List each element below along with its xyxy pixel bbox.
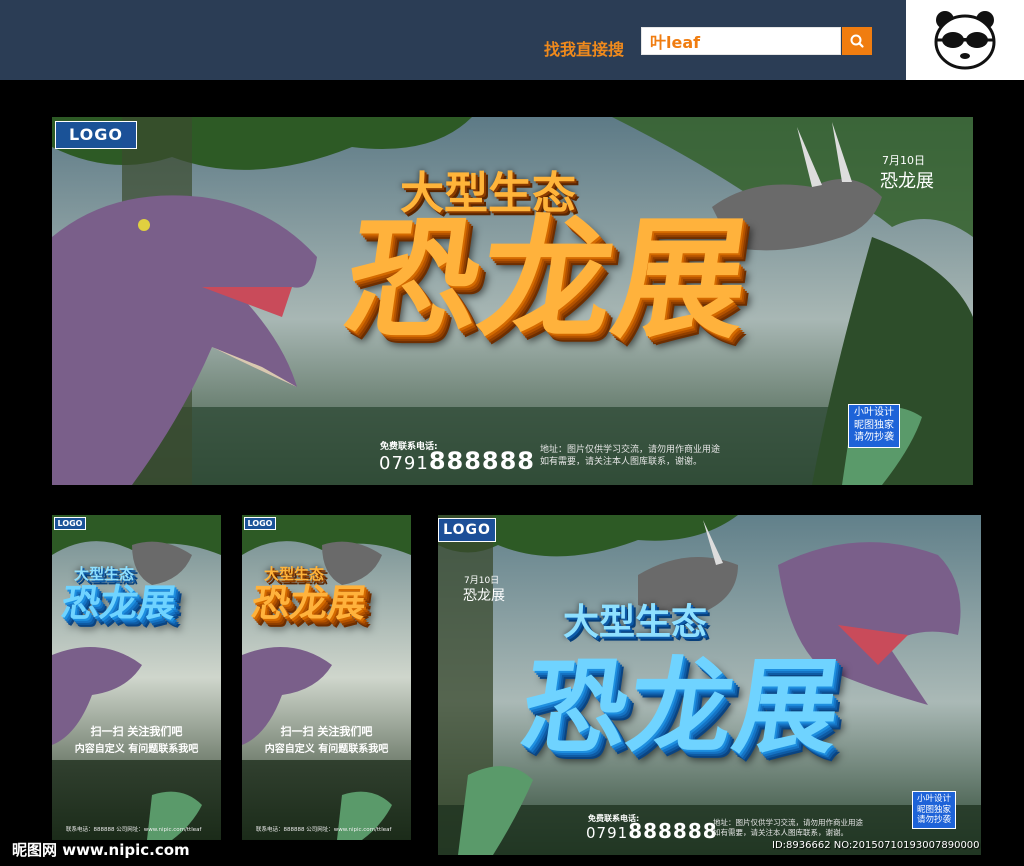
banner-logo: LOGO [55, 121, 137, 149]
landscape-stamp-line-2: 昵图独家 [916, 804, 951, 815]
poster-line-2: 内容自定义 有问题联系我吧 [74, 744, 199, 755]
notice-line-2: 如有需要，请关注本人图库联系，谢谢。 [540, 456, 703, 467]
poster-orange: LOGO 大型生态 恐龙展 扫一扫 关注我们吧 内容自定义 有问题联系我吧 联系… [242, 515, 411, 840]
search-label: 找我直接搜 [544, 40, 625, 59]
poster-logo: LOGO [244, 517, 276, 530]
main-banner: LOGO 大型生态 恐龙展 7月10日 恐龙展 免费联系电话: 07918888… [52, 117, 973, 485]
landscape-phone-prefix: 0791 [586, 824, 629, 842]
landscape-title-subheading: 大型生态 [563, 602, 708, 643]
landscape-event-name: 恐龙展 [463, 588, 505, 604]
landscape-title-heading: 恐龙展 [514, 646, 850, 768]
search-button[interactable] [842, 27, 872, 55]
copyright-stamp: 小叶设计 昵图独家 请勿抄袭 [848, 404, 900, 448]
poster-line-2: 内容自定义 有问题联系我吧 [264, 744, 389, 755]
panda-logo-icon [934, 11, 996, 70]
event-name: 恐龙展 [880, 171, 934, 192]
phone-digits: 888888 [428, 447, 536, 475]
landscape-copyright-stamp: 小叶设计 昵图独家 请勿抄袭 [912, 791, 956, 829]
phone-number: 0791888888 [379, 447, 535, 475]
top-bar: 找我直接搜 [0, 0, 1024, 80]
stamp-line-2: 昵图独家 [854, 419, 894, 431]
poster-footer: 联系电话：888888 公司网址：www.nipic.com/ttleaf [256, 827, 392, 833]
poster-line-1: 扫一扫 关注我们吧 [280, 725, 373, 738]
poster-title-heading: 恐龙展 [58, 581, 180, 625]
image-id-watermark: ID:8936662 NO:20150710193007890000 [772, 840, 980, 851]
site-logo[interactable] [906, 0, 1024, 80]
event-date: 7月10日 [882, 154, 925, 167]
search-input[interactable] [641, 27, 841, 55]
landscape-stamp-line-1: 小叶设计 [916, 794, 951, 804]
poster-footer: 联系电话：888888 公司网址：www.nipic.com/ttleaf [66, 827, 202, 833]
stamp-line-3: 请勿抄袭 [854, 432, 894, 443]
landscape-banner-blue: LOGO 7月10日 恐龙展 大型生态 恐龙展 免费联系电话: 07918888… [438, 515, 981, 855]
poster-logo: LOGO [54, 517, 86, 530]
poster-line-1: 扫一扫 关注我们吧 [90, 725, 183, 738]
landscape-notice-line-1: 地址：图片仅供学习交流，请勿用作商业用途 [713, 818, 863, 827]
landscape-notice-text: 地址：图片仅供学习交流，请勿用作商业用途 如有需要，请关注本人图库联系，谢谢。 [713, 818, 863, 838]
poster-blue: LOGO 大型生态 恐龙展 扫一扫 关注我们吧 内容自定义 有问题联系我吧 联系… [52, 515, 221, 840]
stamp-line-1: 小叶设计 [854, 407, 894, 418]
landscape-stamp-line-3: 请勿抄袭 [916, 815, 951, 826]
search-icon [850, 34, 864, 48]
landscape-notice-line-2: 如有需要，请关注本人图库联系，谢谢。 [713, 827, 848, 837]
notice-text: 地址：图片仅供学习交流，请勿用作商业用途 如有需要，请关注本人图库联系，谢谢。 [540, 445, 720, 468]
phone-prefix: 0791 [379, 453, 429, 474]
landscape-phone-digits: 888888 [628, 819, 718, 843]
landscape-logo: LOGO [438, 518, 496, 542]
site-watermark: 昵图网 www.nipic.com [12, 841, 190, 859]
poster-title-heading: 恐龙展 [248, 581, 370, 625]
notice-line-1: 地址：图片仅供学习交流，请勿用作商业用途 [540, 445, 721, 455]
title-heading: 恐龙展 [336, 203, 760, 357]
landscape-phone-number: 0791888888 [586, 819, 718, 843]
